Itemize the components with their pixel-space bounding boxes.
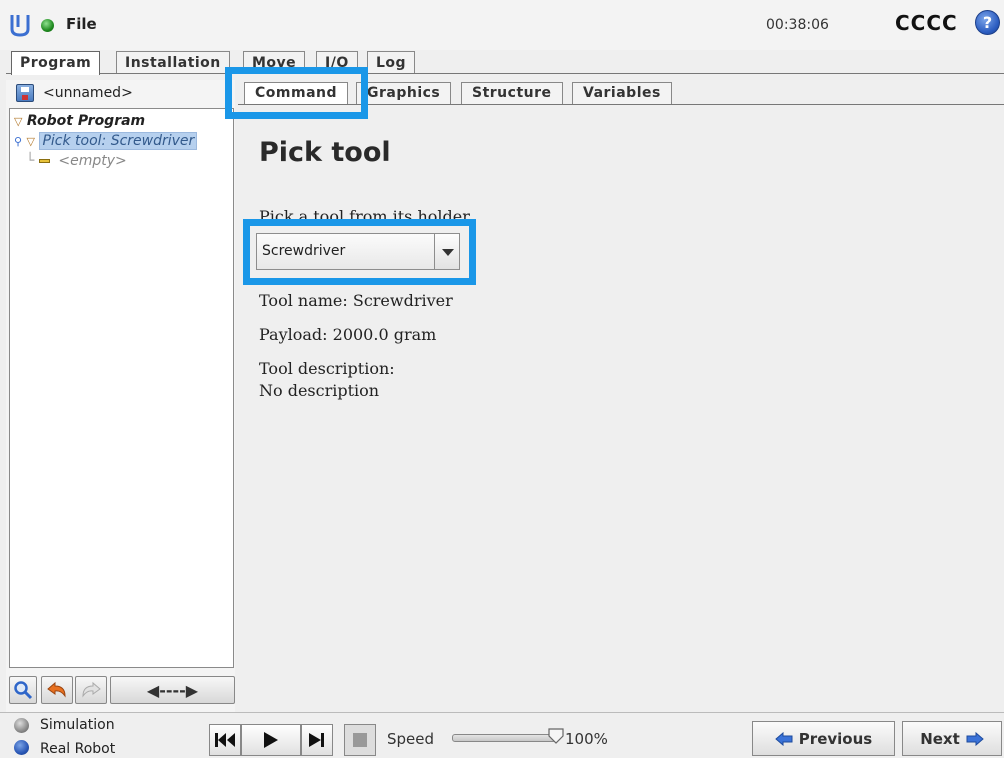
tree-connector-icon: └ <box>26 153 35 169</box>
arrow-right-icon <box>966 731 984 746</box>
tree-node-label: Robot Program <box>26 113 146 129</box>
chevron-down-icon[interactable] <box>434 234 459 269</box>
robot-name: CCCC <box>895 11 958 35</box>
real-robot-radio[interactable] <box>14 740 29 755</box>
instruction-text: Pick a tool from its holder. <box>259 207 474 226</box>
payload-text: Payload: 2000.0 gram <box>259 325 437 344</box>
top-bar <box>0 0 1004 50</box>
tool-description-value: No description <box>259 381 380 400</box>
previous-button[interactable]: Previous <box>752 721 895 756</box>
status-dot-icon <box>41 19 54 32</box>
tab-log[interactable]: Log <box>367 51 416 73</box>
tab-variables[interactable]: Variables <box>572 82 672 104</box>
search-icon <box>14 681 33 700</box>
undo-icon <box>47 681 66 698</box>
file-menu[interactable]: File <box>66 15 97 33</box>
command-panel <box>238 105 1004 711</box>
play-icon <box>264 732 278 748</box>
page-title: Pick tool <box>259 137 391 168</box>
tree-node-empty[interactable]: └ <empty> <box>26 153 127 169</box>
save-icon[interactable] <box>16 84 34 102</box>
tab-divider <box>6 73 1004 74</box>
speed-value: 100% <box>565 730 608 748</box>
step-icon <box>309 733 324 747</box>
tree-node-label: <empty> <box>58 153 127 169</box>
expand-arrows-icon: ◀----▶ <box>146 680 199 700</box>
tab-program[interactable]: Program <box>11 51 101 75</box>
speed-slider-thumb[interactable] <box>548 728 564 744</box>
tool-name-text: Tool name: Screwdriver <box>259 291 453 310</box>
tree-node-pick-tool[interactable]: ⚲ ▽ Pick tool: Screwdriver <box>14 132 198 150</box>
real-robot-label[interactable]: Real Robot <box>40 741 115 757</box>
program-tree[interactable]: ▽ Robot Program ⚲ ▽ Pick tool: Screwdriv… <box>9 108 234 668</box>
tab-graphics[interactable]: Graphics <box>356 82 452 104</box>
tab-installation[interactable]: Installation <box>116 51 230 73</box>
tab-structure[interactable]: Structure <box>461 82 563 104</box>
help-icon[interactable]: ? <box>975 10 1000 35</box>
stop-icon <box>353 733 367 747</box>
redo-button[interactable] <box>75 676 107 704</box>
play-button[interactable] <box>241 724 301 756</box>
speed-slider-track[interactable] <box>452 734 556 742</box>
tab-command[interactable]: Command <box>244 82 349 104</box>
tool-description-label: Tool description: <box>259 359 395 378</box>
search-button[interactable] <box>9 676 37 704</box>
undo-button[interactable] <box>41 676 73 704</box>
simulation-label[interactable]: Simulation <box>40 717 115 733</box>
clock: 00:38:06 <box>766 17 829 33</box>
tab-move[interactable]: Move <box>243 51 306 73</box>
program-name: <unnamed> <box>43 85 133 101</box>
previous-label: Previous <box>798 729 873 748</box>
tree-connector-icon: ⚲ <box>14 135 23 148</box>
simulation-radio[interactable] <box>14 718 29 733</box>
collapse-triangle-icon[interactable]: ▽ <box>27 135 35 148</box>
rewind-button[interactable] <box>209 724 241 756</box>
redo-icon <box>82 681 101 698</box>
ur-logo-icon <box>10 15 30 37</box>
speed-label: Speed <box>387 730 435 748</box>
tree-node-label: Pick tool: Screwdriver <box>39 132 198 150</box>
stop-button[interactable] <box>344 724 376 756</box>
next-label: Next <box>920 729 960 748</box>
collapse-triangle-icon[interactable]: ▽ <box>14 115 22 128</box>
tool-select-dropdown[interactable]: Screwdriver <box>256 233 460 270</box>
expand-arrows-button[interactable]: ◀----▶ <box>110 676 235 704</box>
empty-node-icon <box>38 159 50 163</box>
tree-node-robot-program[interactable]: ▽ Robot Program <box>14 113 145 129</box>
arrow-left-icon <box>775 731 793 746</box>
tool-select-value: Screwdriver <box>262 243 346 259</box>
rewind-icon <box>215 733 235 747</box>
next-button[interactable]: Next <box>902 721 1002 756</box>
step-button[interactable] <box>301 724 333 756</box>
tab-io[interactable]: I/O <box>316 51 358 73</box>
